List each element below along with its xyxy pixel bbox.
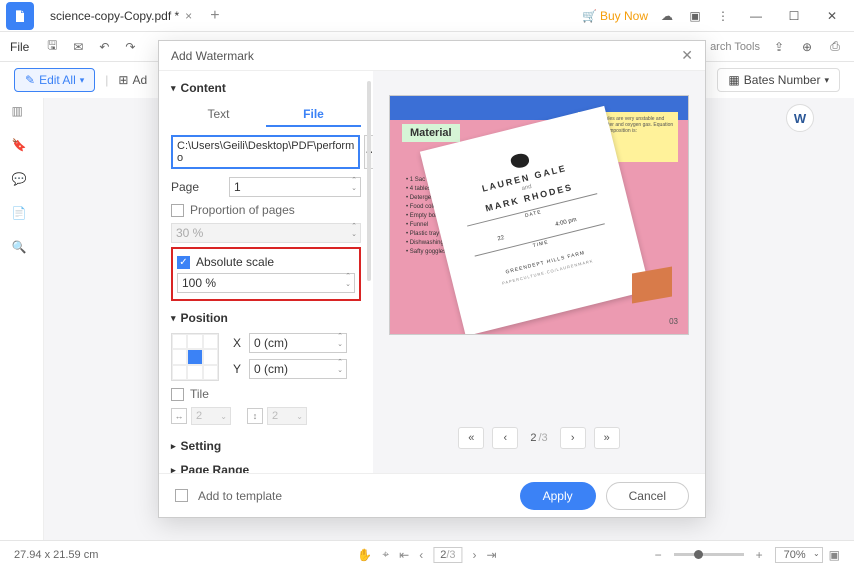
absolute-scale-spinner[interactable]: 100 % bbox=[177, 273, 355, 293]
add-watermark-dialog: Add Watermark ✕ ▾Content Text File C:\Us… bbox=[158, 40, 706, 518]
file-path-input[interactable]: C:\Users\Geili\Desktop\PDF\perform o bbox=[171, 135, 360, 169]
next-page-icon[interactable]: › bbox=[473, 548, 477, 562]
more-icon[interactable]: ⋮ bbox=[714, 7, 732, 25]
external-icon[interactable]: ⊕ bbox=[798, 38, 816, 56]
x-offset-spinner[interactable]: 0 (cm) bbox=[249, 333, 347, 353]
pager-prev[interactable]: ‹ bbox=[492, 427, 518, 449]
redo-icon[interactable]: ↷ bbox=[121, 38, 139, 56]
materials-label: Material bbox=[402, 124, 460, 142]
bookmark-icon[interactable]: 🔖 bbox=[12, 138, 32, 158]
tab-title: science-copy-Copy.pdf * bbox=[50, 9, 179, 23]
select-tool-icon[interactable]: ⌖ bbox=[382, 547, 389, 562]
browse-button[interactable]: ⋯ bbox=[364, 135, 373, 169]
pen-icon: ✎ bbox=[25, 73, 35, 87]
bates-number-button[interactable]: ▦ Bates Number ▾ bbox=[717, 68, 840, 92]
cancel-button[interactable]: Cancel bbox=[606, 482, 689, 510]
content-section-header[interactable]: ▾Content bbox=[171, 81, 361, 95]
tab-text[interactable]: Text bbox=[171, 103, 266, 127]
page-range-section-header[interactable]: ▸Page Range bbox=[171, 463, 361, 473]
edit-all-button[interactable]: ✎ Edit All ▾ bbox=[14, 68, 95, 92]
watermark-preview: Material little molecules are very unsta… bbox=[389, 95, 689, 335]
prev-page-icon[interactable]: ‹ bbox=[419, 548, 423, 562]
x-label: X bbox=[233, 336, 243, 350]
setting-section-header[interactable]: ▸Setting bbox=[171, 439, 361, 453]
zoom-slider[interactable] bbox=[674, 553, 744, 556]
pager-first[interactable]: « bbox=[458, 427, 484, 449]
plus-icon: ⊞ bbox=[118, 73, 128, 87]
share-icon[interactable]: ⇪ bbox=[770, 38, 788, 56]
cloud-icon[interactable]: ☁ bbox=[658, 7, 676, 25]
tile-v-spinner: 2 bbox=[267, 407, 307, 425]
app-logo bbox=[6, 2, 34, 30]
proportion-spinner: 30 % bbox=[171, 223, 361, 243]
y-label: Y bbox=[233, 362, 243, 376]
pager-last[interactable]: » bbox=[594, 427, 620, 449]
pager-next[interactable]: › bbox=[560, 427, 586, 449]
notification-icon[interactable]: ▣ bbox=[686, 7, 704, 25]
zoom-level[interactable]: 70% bbox=[775, 547, 823, 563]
page-dimensions: 27.94 x 21.59 cm bbox=[14, 549, 98, 561]
close-icon[interactable]: × bbox=[185, 9, 192, 23]
bates-icon: ▦ bbox=[728, 73, 739, 87]
tab-file[interactable]: File bbox=[266, 103, 361, 127]
position-center[interactable] bbox=[187, 349, 202, 364]
page-spinner[interactable]: 1 bbox=[229, 177, 361, 197]
absolute-scale-checkbox[interactable]: ✓ bbox=[177, 256, 190, 269]
position-grid[interactable] bbox=[171, 333, 219, 381]
hand-tool-icon[interactable]: ✋ bbox=[357, 548, 372, 562]
tile-label: Tile bbox=[190, 387, 209, 401]
file-menu[interactable]: File bbox=[10, 40, 29, 54]
mail-icon[interactable]: ✉ bbox=[69, 38, 87, 56]
y-offset-spinner[interactable]: 0 (cm) bbox=[249, 359, 347, 379]
position-section-header[interactable]: ▾Position bbox=[171, 311, 361, 325]
add-button[interactable]: ⊞ Ad bbox=[118, 73, 147, 87]
tile-vertical-icon: ↕ bbox=[247, 408, 263, 424]
chevron-down-icon: ▾ bbox=[80, 75, 85, 86]
attachment-icon[interactable]: 📄 bbox=[12, 206, 32, 226]
maximize-button[interactable]: ☐ bbox=[780, 2, 808, 30]
first-page-icon[interactable]: ⇤ bbox=[399, 548, 409, 562]
buy-now-link[interactable]: 🛒 Buy Now bbox=[582, 9, 648, 23]
tile-h-spinner: 2 bbox=[191, 407, 231, 425]
comment-icon[interactable]: 💬 bbox=[12, 172, 32, 192]
dialog-title: Add Watermark bbox=[171, 49, 254, 63]
tile-horizontal-icon: ↔ bbox=[171, 408, 187, 424]
proportion-checkbox[interactable] bbox=[171, 204, 184, 217]
last-page-icon[interactable]: ⇥ bbox=[487, 548, 497, 562]
page-label: Page bbox=[171, 180, 221, 194]
absolute-scale-highlight: ✓ Absolute scale 100 % bbox=[171, 247, 361, 301]
thumbnails-icon[interactable]: ▥ bbox=[12, 104, 32, 124]
search-icon[interactable]: 🔍 bbox=[12, 240, 32, 260]
add-template-label: Add to template bbox=[198, 489, 282, 503]
save-icon[interactable]: 🖫 bbox=[43, 38, 61, 56]
proportion-label: Proportion of pages bbox=[190, 203, 295, 217]
add-template-checkbox[interactable] bbox=[175, 489, 188, 502]
search-tools-label: arch Tools bbox=[710, 41, 760, 53]
zoom-out-icon[interactable]: − bbox=[655, 548, 662, 562]
page-input[interactable]: 2/3 bbox=[433, 547, 462, 563]
print-icon[interactable]: ⎙ bbox=[826, 38, 844, 56]
word-export-icon[interactable]: W bbox=[786, 104, 814, 132]
dialog-close-button[interactable]: ✕ bbox=[681, 47, 693, 64]
absolute-scale-label: Absolute scale bbox=[196, 255, 274, 269]
new-tab-button[interactable]: + bbox=[210, 7, 219, 25]
tab-document[interactable]: science-copy-Copy.pdf * × bbox=[40, 2, 202, 30]
close-button[interactable]: ✕ bbox=[818, 2, 846, 30]
undo-icon[interactable]: ↶ bbox=[95, 38, 113, 56]
fit-page-icon[interactable]: ▣ bbox=[829, 548, 840, 562]
chevron-down-icon: ▾ bbox=[824, 75, 829, 86]
apply-button[interactable]: Apply bbox=[520, 482, 596, 510]
tile-checkbox[interactable] bbox=[171, 388, 184, 401]
minimize-button[interactable]: — bbox=[742, 2, 770, 30]
zoom-in-icon[interactable]: + bbox=[756, 548, 763, 562]
